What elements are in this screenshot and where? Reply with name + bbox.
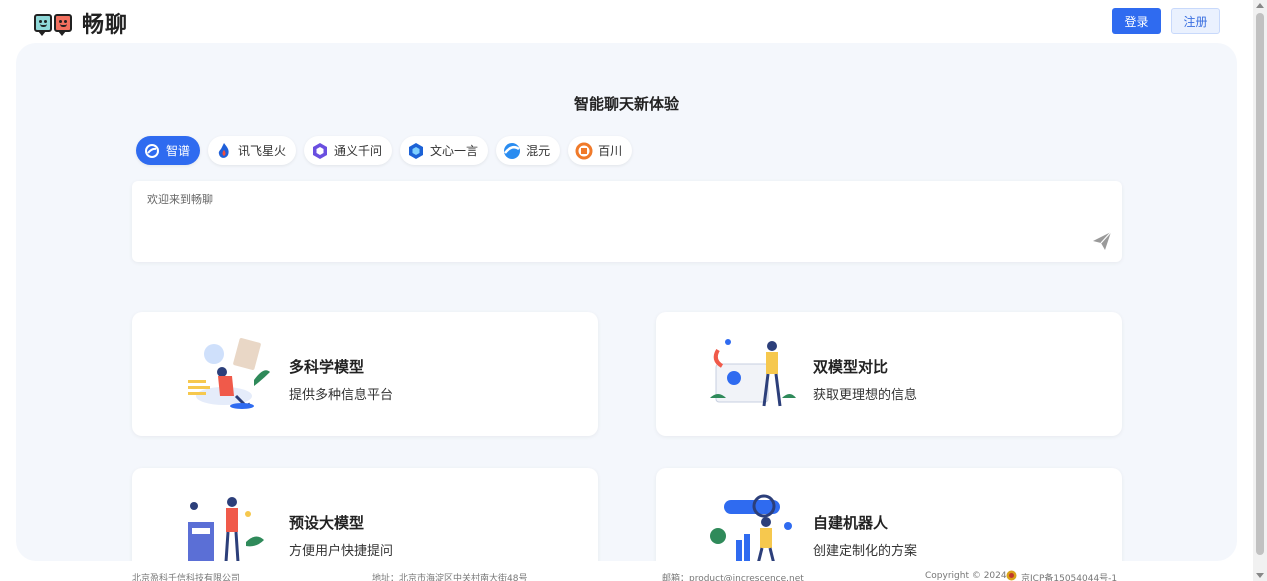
feature-card-custom-bot[interactable]: 自建机器人 创建定制化的方案: [656, 468, 1122, 561]
dual-compare-illustration: [710, 339, 796, 407]
scroll-thumb[interactable]: [1256, 13, 1264, 555]
app-name: 畅聊: [82, 13, 129, 38]
feature-card-preset-model[interactable]: 预设大模型 方便用户快捷提问: [132, 468, 598, 561]
tab-hunyuan[interactable]: 混元: [496, 136, 561, 165]
hunyuan-icon: [504, 142, 521, 159]
page-headline: 智能聊天新体验: [573, 95, 679, 113]
spark-icon: [218, 142, 229, 158]
tab-zhipu[interactable]: 智谱: [136, 136, 201, 165]
tab-label: 智谱: [166, 144, 191, 158]
card-title: 预设大模型: [289, 514, 365, 532]
feature-card-dual-compare[interactable]: 双模型对比 获取更理想的信息: [656, 312, 1122, 436]
card-desc: 提供多种信息平台: [289, 388, 394, 403]
card-title: 自建机器人: [813, 514, 889, 532]
scroll-up-icon[interactable]: [1256, 3, 1264, 8]
tab-tongyi[interactable]: 通义千问: [304, 136, 393, 165]
logo-face-icon: [54, 14, 72, 36]
chat-input[interactable]: [147, 193, 1047, 206]
card-title: 双模型对比: [813, 358, 889, 376]
footer-company: 北京盈科千信科技有限公司: [132, 574, 241, 581]
tab-spark[interactable]: 讯飞星火: [208, 136, 297, 165]
send-icon[interactable]: [1092, 231, 1112, 251]
card-desc: 创建定制化的方案: [813, 544, 918, 559]
page-scrollbar[interactable]: [1253, 0, 1267, 581]
multi-model-illustration: [188, 338, 270, 409]
register-button[interactable]: 注册: [1171, 8, 1220, 34]
preset-model-illustration: [188, 497, 264, 561]
baichuan-icon: [575, 142, 593, 159]
tongyi-icon: [313, 142, 328, 159]
logo-face-icon: [34, 14, 52, 36]
scroll-down-icon[interactable]: [1256, 573, 1264, 578]
login-button[interactable]: 登录: [1112, 8, 1161, 34]
feature-card-multi-model[interactable]: 多科学模型 提供多种信息平台: [132, 312, 598, 436]
tab-label: 文心一言: [430, 144, 479, 158]
footer-copyright: Copyright © 2024: [925, 571, 1007, 581]
card-desc: 方便用户快捷提问: [289, 544, 394, 559]
footer-address: 地址：北京市海淀区中关村南大街48号: [372, 574, 528, 581]
wenxin-icon: [409, 142, 424, 159]
custom-bot-illustration: [710, 494, 792, 561]
model-tabs: 智谱 讯飞星火 通义千问 文心一言 混元 百川: [136, 136, 633, 165]
chat-box: [132, 181, 1122, 262]
main-panel: 智能聊天新体验 智谱 讯飞星火 通义千问 文心一言 混元 百川 欢迎来到畅聊 多…: [16, 43, 1237, 561]
tab-label: 讯飞星火: [238, 144, 287, 158]
card-title: 多科学模型: [289, 358, 365, 376]
footer-icp[interactable]: 京ICP备15054044号-1: [1021, 571, 1117, 581]
app-logo[interactable]: 畅聊: [34, 9, 129, 38]
tab-label: 通义千问: [334, 144, 383, 158]
tab-label: 混元: [526, 144, 551, 158]
tab-label: 百川: [598, 144, 623, 158]
tab-baichuan[interactable]: 百川: [568, 136, 633, 165]
police-badge-icon: [1006, 570, 1017, 581]
zhipu-icon: [145, 143, 159, 158]
tab-wenxin[interactable]: 文心一言: [400, 136, 489, 165]
card-desc: 获取更理想的信息: [813, 388, 918, 403]
footer-email: 邮箱：product@increscence.net: [662, 574, 804, 581]
